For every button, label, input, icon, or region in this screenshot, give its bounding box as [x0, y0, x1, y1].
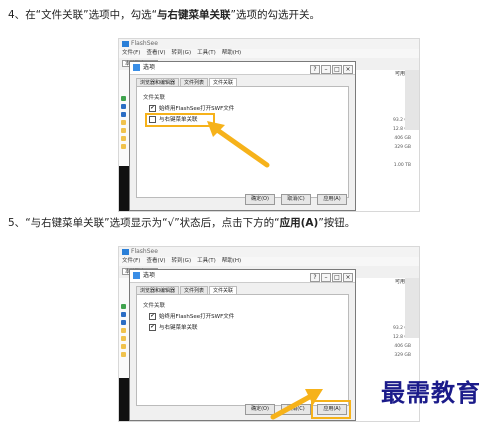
tree-drive-icon[interactable]	[121, 304, 126, 309]
size-value: 329 GB	[394, 145, 411, 150]
menu-view[interactable]: 查看(V)	[146, 258, 165, 264]
scroll-strip	[405, 70, 419, 130]
ok-button[interactable]: 确定(O)	[245, 194, 275, 205]
checkbox[interactable]: ✔	[149, 105, 156, 112]
menu-tools[interactable]: 工具(T)	[197, 50, 216, 56]
dialog-titlebar: 选项 ? – □ ×	[130, 270, 355, 283]
tree-drive-icon[interactable]	[121, 112, 126, 117]
dialog-tabs: 浏览器和编辑器 文件列表 文件关联	[136, 78, 238, 87]
options-icon	[133, 64, 140, 71]
menu-view[interactable]: 查看(V)	[146, 50, 165, 56]
dialog-titlebar: 选项 ? – □ ×	[130, 62, 355, 75]
step5-seg1: “与右键菜单关联”选项显示为“√”状态后，点击下方的“	[25, 217, 280, 229]
group-label: 文件关联	[143, 303, 166, 309]
tree-folder-icon[interactable]	[121, 136, 126, 141]
option-label: 始终用FlashSee打开SWF文件	[159, 314, 235, 320]
step4-text: 4、在“文件关联”选项中，勾选“与右键菜单关联”选项的勾选开关。	[8, 8, 320, 22]
screenshot-step5: FlashSee 文件(F)查看(V)转到(G)工具(T)帮助(H) 本地磁盘 …	[118, 246, 420, 422]
step5-seg3: ”按钮。	[318, 217, 356, 229]
app-logo-icon	[122, 40, 129, 47]
watermark-logo: 最需教育	[381, 378, 481, 407]
option-context-menu[interactable]: ✔ 与右键菜单关联	[149, 324, 198, 332]
step4-seg2: 与右键菜单关联	[157, 9, 231, 21]
menu-tools[interactable]: 工具(T)	[197, 258, 216, 264]
window-buttons: ? – □ ×	[309, 272, 353, 284]
tree-folder-icon[interactable]	[121, 120, 126, 125]
tree-folder-icon[interactable]	[121, 144, 126, 149]
size-value: 329 GB	[394, 353, 411, 358]
maximize-icon[interactable]: □	[332, 65, 342, 74]
menu-goto[interactable]: 转到(G)	[172, 258, 192, 264]
size-value: 1.00 TB	[393, 163, 411, 168]
dialog-tabs: 浏览器和编辑器 文件列表 文件关联	[136, 286, 238, 295]
menu-goto[interactable]: 转到(G)	[172, 50, 192, 56]
menu-bar: 文件(F) 查看(V) 转到(G) 工具(T) 帮助(H)	[119, 49, 419, 58]
screenshot-step4: FlashSee 文件(F)查看(V)转到(G)工具(T)帮助(H) 本地磁盘 …	[118, 38, 420, 212]
help-icon[interactable]: ?	[310, 273, 320, 282]
tree-drive-icon[interactable]	[121, 312, 126, 317]
step4-seg3: ”选项的勾选开关。	[230, 9, 320, 21]
dark-strip	[119, 378, 129, 421]
help-icon[interactable]: ?	[310, 65, 320, 74]
group-label: 文件关联	[143, 95, 166, 101]
close-icon[interactable]: ×	[343, 65, 353, 74]
options-icon	[133, 272, 140, 279]
app-title-bar: FlashSee	[119, 39, 419, 49]
tree-drive-icon[interactable]	[121, 104, 126, 109]
option-open-swf[interactable]: ✔ 始终用FlashSee打开SWF文件	[149, 313, 234, 321]
dark-strip	[119, 166, 129, 211]
step5-number: 5、	[8, 217, 26, 229]
step4-number: 4、	[8, 9, 26, 21]
checkbox[interactable]: ✔	[149, 324, 156, 331]
maximize-icon[interactable]: □	[332, 273, 342, 282]
dialog-buttons: 确定(O) 取消(C) 应用(A)	[239, 185, 347, 205]
menu-bar: 文件(F) 查看(V) 转到(G) 工具(T) 帮助(H)	[119, 257, 419, 266]
size-value: 406 GB	[394, 136, 411, 141]
apply-button[interactable]: 应用(A)	[317, 194, 347, 205]
scroll-strip	[405, 278, 419, 338]
tree-folder-icon[interactable]	[121, 336, 126, 341]
app-title: FlashSee	[131, 40, 158, 47]
tree-folder-icon[interactable]	[121, 328, 126, 333]
pointer-arrow	[207, 121, 270, 168]
option-label: 与右键菜单关联	[159, 325, 198, 331]
checkbox[interactable]: ✔	[149, 313, 156, 320]
minimize-icon[interactable]: –	[321, 273, 331, 282]
close-icon[interactable]: ×	[343, 273, 353, 282]
cancel-button[interactable]: 取消(C)	[281, 194, 311, 205]
pointer-arrow	[270, 389, 323, 420]
app-title: FlashSee	[131, 248, 158, 255]
tree-folder-icon[interactable]	[121, 344, 126, 349]
app-logo-icon	[122, 248, 129, 255]
tree-drive-icon[interactable]	[121, 96, 126, 101]
menu-help[interactable]: 帮助(H)	[222, 50, 241, 56]
tree-folder-icon[interactable]	[121, 128, 126, 133]
tree-folder-icon[interactable]	[121, 352, 126, 357]
size-value: 406 GB	[394, 344, 411, 349]
tree-drive-icon[interactable]	[121, 320, 126, 325]
menu-help[interactable]: 帮助(H)	[222, 258, 241, 264]
dialog-title: 选项	[143, 64, 156, 71]
step5-text: 5、“与右键菜单关联”选项显示为“√”状态后，点击下方的“应用(A)”按钮。	[8, 216, 355, 230]
dialog-title: 选项	[143, 272, 156, 279]
menu-file[interactable]: 文件(F)	[122, 258, 140, 264]
app-title-bar: FlashSee	[119, 247, 419, 257]
menu-file[interactable]: 文件(F)	[122, 50, 140, 56]
window-buttons: ? – □ ×	[309, 64, 353, 76]
step5-seg2: 应用(A)	[279, 217, 319, 229]
minimize-icon[interactable]: –	[321, 65, 331, 74]
step4-seg1: 在“文件关联”选项中，勾选“	[25, 9, 158, 21]
